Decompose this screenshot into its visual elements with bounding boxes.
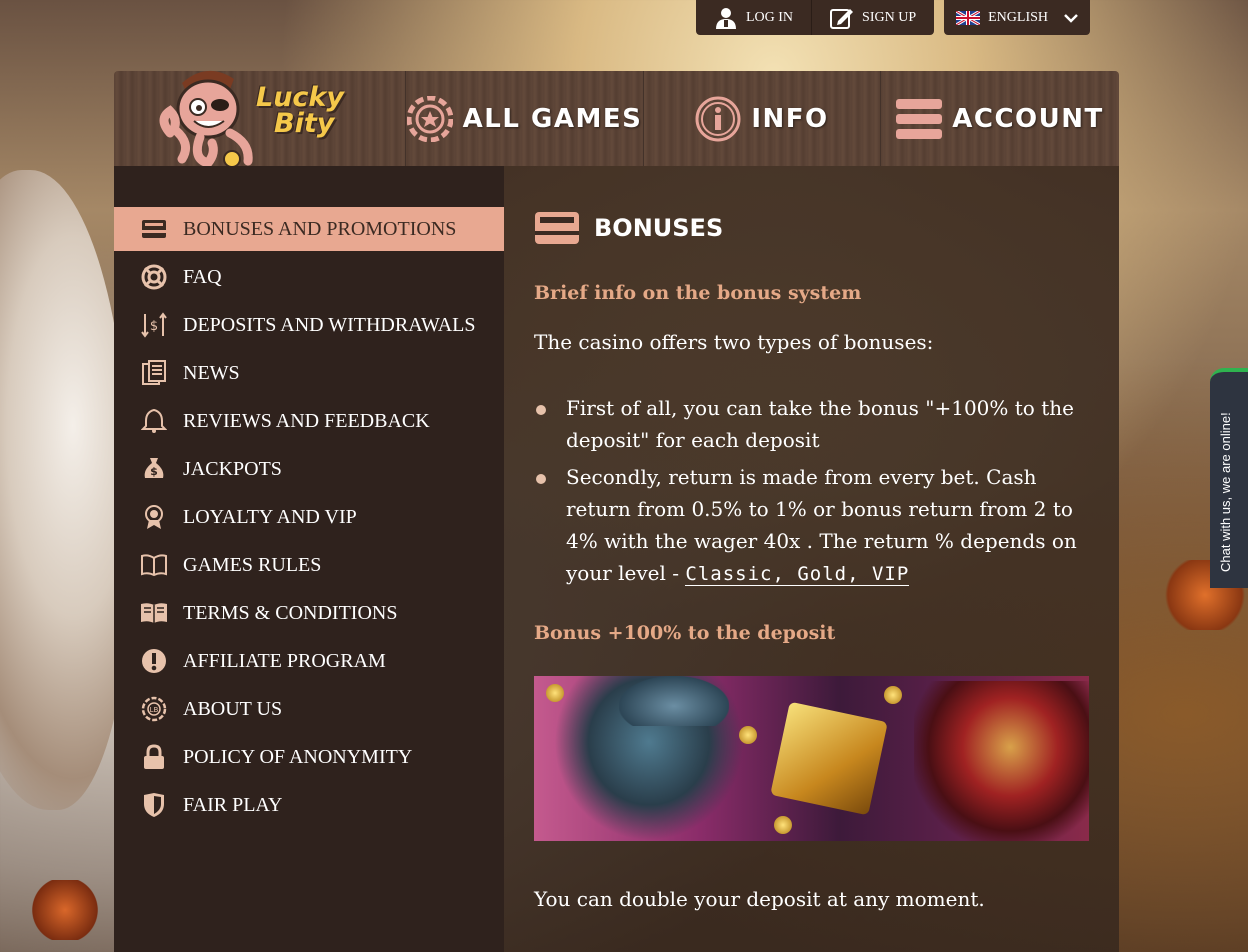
nav-info[interactable]: INFO xyxy=(643,71,880,166)
sidebar-item-games-rules[interactable]: GAMES RULES xyxy=(114,543,504,587)
nav-account[interactable]: ACCOUNT xyxy=(880,71,1119,166)
open-book-icon xyxy=(140,599,168,627)
book-icon xyxy=(140,551,168,579)
sidebar-item-affiliate[interactable]: AFFILIATE PROGRAM xyxy=(114,639,504,683)
dollar-transfer-icon: $ xyxy=(140,311,168,339)
info-icon xyxy=(695,96,741,141)
login-button[interactable]: LOG IN xyxy=(696,0,811,35)
bottom-text: You can double your deposit at any momen… xyxy=(534,887,985,911)
lifebuoy-icon xyxy=(140,263,168,291)
sidebar-item-label: FAQ xyxy=(183,265,222,288)
sidebar-item-label: TERMS & CONDITIONS xyxy=(183,601,398,624)
svg-text:$: $ xyxy=(150,319,158,334)
page-title: BONUSES xyxy=(534,208,1089,248)
login-label: LOG IN xyxy=(746,9,794,25)
sidebar-item-terms[interactable]: TERMS & CONDITIONS xyxy=(114,591,504,635)
sidebar-item-label: BONUSES AND PROMOTIONS xyxy=(183,217,457,240)
language-label: ENGLISH xyxy=(988,9,1049,25)
main-container: Lucky Bity ALL GAMES INFO ACCOUNT BONUSE… xyxy=(114,70,1119,952)
intro-text: The casino offers two types of bonuses: xyxy=(534,330,934,354)
page-title-text: BONUSES xyxy=(594,214,724,242)
sidebar-item-label: LOYALTY AND VIP xyxy=(183,505,357,528)
edit-icon xyxy=(830,8,854,29)
coin-icon xyxy=(774,816,792,834)
bell-icon xyxy=(140,407,168,435)
card-icon xyxy=(535,212,579,244)
nav-all-games[interactable]: ALL GAMES xyxy=(405,71,643,166)
sidebar-item-about[interactable]: LB ABOUT US xyxy=(114,687,504,731)
bonus-banner-image xyxy=(534,676,1089,841)
sidebar-item-bonuses[interactable]: BONUSES AND PROMOTIONS xyxy=(114,207,504,251)
logo-line2: Bity xyxy=(274,108,335,139)
gift-box-icon xyxy=(770,701,888,816)
user-icon xyxy=(716,7,736,29)
sidebar-item-label: POLICY OF ANONYMITY xyxy=(183,745,413,768)
list-item: First of all, you can take the bonus "+1… xyxy=(534,392,1089,456)
sidebar-item-label: AFFILIATE PROGRAM xyxy=(183,649,386,672)
exclamation-icon xyxy=(140,647,168,675)
top-bar: LOG IN SIGN UP ENGLISH xyxy=(696,0,1091,35)
sidebar-item-fair-play[interactable]: FAIR PLAY xyxy=(114,783,504,827)
section-heading-bonus-deposit: Bonus +100% to the deposit xyxy=(534,622,836,644)
coin-icon xyxy=(739,726,757,744)
auth-buttons: LOG IN SIGN UP xyxy=(696,0,935,35)
site-header: Lucky Bity ALL GAMES INFO ACCOUNT xyxy=(114,70,1119,169)
levels-link[interactable]: Classic, Gold, VIP xyxy=(685,563,910,586)
sidebar-item-reviews[interactable]: REVIEWS AND FEEDBACK xyxy=(114,399,504,443)
nav-account-label: ACCOUNT xyxy=(952,103,1104,134)
hamburger-menu-icon xyxy=(896,98,943,139)
sidebar-item-jackpots[interactable]: $ JACKPOTS xyxy=(114,447,504,491)
svg-text:LB: LB xyxy=(150,706,159,714)
sidebar-item-faq[interactable]: FAQ xyxy=(114,255,504,299)
background-leaf xyxy=(30,880,100,940)
info-sidebar: BONUSES AND PROMOTIONS FAQ $ DEPOSITS AN… xyxy=(114,166,504,952)
news-icon xyxy=(140,359,168,387)
sidebar-item-label: FAIR PLAY xyxy=(183,793,283,816)
award-icon xyxy=(140,503,168,531)
sidebar-item-label: DEPOSITS AND WITHDRAWALS xyxy=(183,313,476,336)
background-lion-art xyxy=(0,170,130,810)
chip-icon: LB xyxy=(140,695,168,723)
sidebar-item-loyalty[interactable]: LOYALTY AND VIP xyxy=(114,495,504,539)
sidebar-item-label: NEWS xyxy=(183,361,240,384)
language-select[interactable]: ENGLISH xyxy=(944,0,1091,35)
sidebar-item-label: REVIEWS AND FEEDBACK xyxy=(183,409,430,432)
chat-widget-tab[interactable]: Chat with us, we are online! xyxy=(1210,368,1248,588)
signup-button[interactable]: SIGN UP xyxy=(811,0,934,35)
banner-hero-right xyxy=(914,681,1089,841)
banner-hat xyxy=(619,676,729,726)
logo-text: Lucky Bity xyxy=(256,84,344,139)
sidebar-item-news[interactable]: NEWS xyxy=(114,351,504,395)
sidebar-item-policy[interactable]: POLICY OF ANONYMITY xyxy=(114,735,504,779)
nav-games-label: ALL GAMES xyxy=(462,103,643,134)
bonus-list: First of all, you can take the bonus "+1… xyxy=(534,392,1089,590)
sidebar-item-label: GAMES RULES xyxy=(183,553,322,576)
svg-text:$: $ xyxy=(150,465,158,478)
casino-chip-icon xyxy=(406,95,453,142)
coin-icon xyxy=(546,684,564,702)
chat-label: Chat with us, we are online! xyxy=(1218,412,1233,572)
octopus-mascot-icon xyxy=(159,70,253,169)
sidebar-item-label: ABOUT US xyxy=(183,697,283,720)
money-bag-icon: $ xyxy=(140,455,168,483)
shield-icon xyxy=(140,791,168,819)
content-panel: BONUSES Brief info on the bonus system T… xyxy=(504,166,1119,952)
list-item: Secondly, return is made from every bet.… xyxy=(534,461,1089,590)
chevron-down-icon xyxy=(1064,13,1079,23)
section-heading-brief-info: Brief info on the bonus system xyxy=(534,282,862,304)
uk-flag-icon xyxy=(956,10,981,25)
nav-info-label: INFO xyxy=(751,103,829,134)
card-icon xyxy=(140,215,168,243)
sidebar-item-label: JACKPOTS xyxy=(183,457,282,480)
coin-icon xyxy=(884,686,902,704)
sidebar-item-deposits[interactable]: $ DEPOSITS AND WITHDRAWALS xyxy=(114,303,504,347)
signup-label: SIGN UP xyxy=(862,9,917,25)
site-logo[interactable]: Lucky Bity xyxy=(114,70,405,169)
lock-icon xyxy=(140,743,168,771)
